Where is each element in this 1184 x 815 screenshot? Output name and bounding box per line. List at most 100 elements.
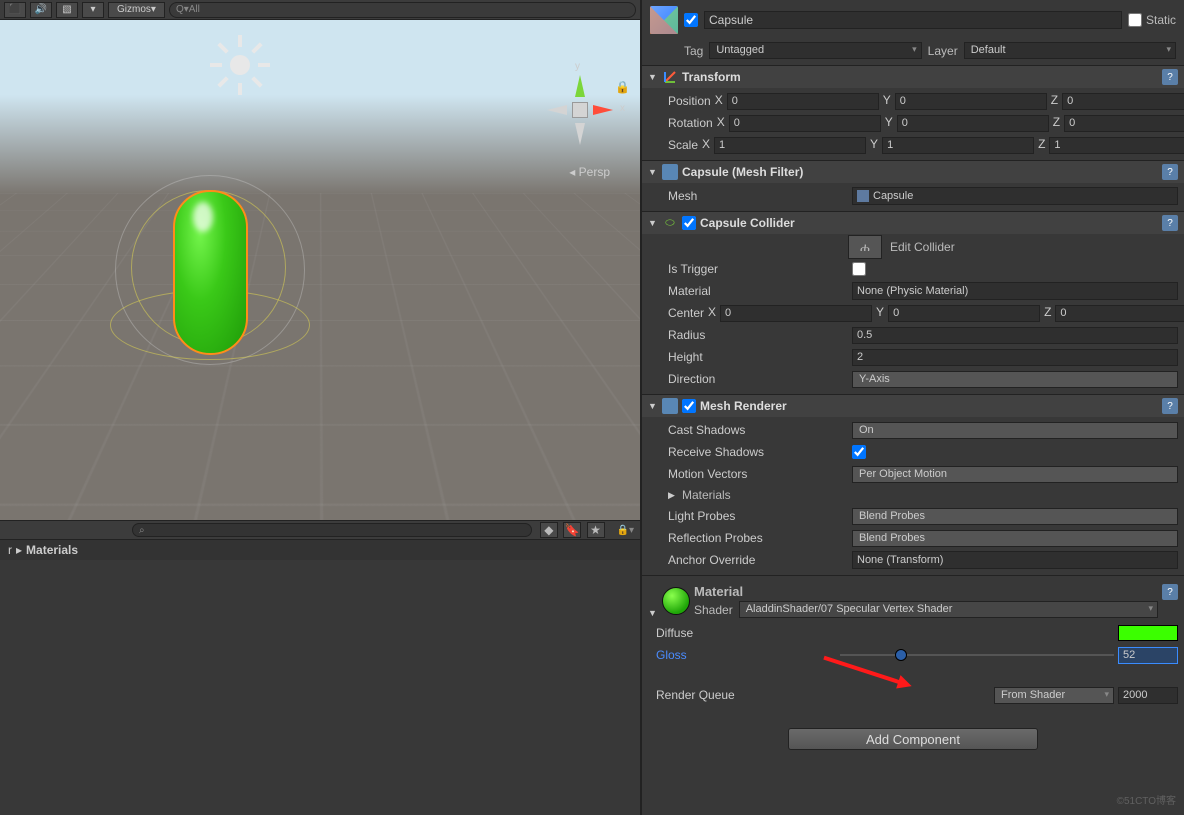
reflection-probes-dropdown[interactable]: Blend Probes <box>852 530 1178 547</box>
meshfilter-fold-icon[interactable]: ▼ <box>648 167 658 177</box>
help-icon[interactable]: ? <box>1162 164 1178 180</box>
render-queue-dropdown[interactable]: From Shader <box>994 687 1114 704</box>
shader-dropdown[interactable]: AladdinShader/07 Specular Vertex Shader <box>739 601 1158 618</box>
gameobject-name-input[interactable] <box>704 11 1122 29</box>
position-z-input[interactable] <box>1062 93 1184 110</box>
transform-fold-icon[interactable]: ▼ <box>648 72 658 82</box>
receive-shadows-checkbox[interactable] <box>852 445 866 459</box>
height-input[interactable] <box>852 349 1178 366</box>
gameobject-icon[interactable] <box>650 6 678 34</box>
rotation-z-input[interactable] <box>1064 115 1184 132</box>
help-icon[interactable]: ? <box>1162 584 1178 600</box>
anchor-override-objectfield[interactable]: None (Transform) <box>852 551 1178 569</box>
layer-label: Layer <box>928 44 958 58</box>
gloss-slider-thumb[interactable] <box>895 649 907 661</box>
gameobject-active-checkbox[interactable] <box>684 13 698 27</box>
center-x-input[interactable] <box>720 305 872 322</box>
mesh-objectfield[interactable]: Capsule <box>852 187 1178 205</box>
gloss-label: Gloss <box>656 648 836 662</box>
direction-dropdown[interactable]: Y-Axis <box>852 371 1178 388</box>
layer-dropdown[interactable]: Default <box>964 42 1176 59</box>
gizmos-dropdown[interactable]: Gizmos ▾ <box>108 2 165 18</box>
material-fold-icon[interactable]: ▼ <box>648 608 658 618</box>
help-icon[interactable]: ? <box>1162 69 1178 85</box>
lightprobes-dropdown[interactable]: Blend Probes <box>852 508 1178 525</box>
collider-enabled-checkbox[interactable] <box>682 216 696 230</box>
diffuse-label: Diffuse <box>656 626 836 640</box>
help-icon[interactable]: ? <box>1162 398 1178 414</box>
project-toolbar: ⌕ ◆ 🔖 ★ 🔒▾ <box>0 520 640 540</box>
project-search-input[interactable]: ⌕ <box>132 523 532 537</box>
trigger-checkbox[interactable] <box>852 262 866 276</box>
scale-y-input[interactable] <box>882 137 1034 154</box>
radius-label: Radius <box>668 328 848 342</box>
radius-input[interactable] <box>852 327 1178 344</box>
scene-view[interactable]: 🔒 x y ◂ Persp <box>0 20 640 520</box>
project-breadcrumb[interactable]: r ▸ Materials <box>0 540 640 560</box>
height-label: Height <box>668 350 848 364</box>
add-component-button[interactable]: Add Component <box>788 728 1038 750</box>
position-y-input[interactable] <box>895 93 1047 110</box>
scene-lock-icon[interactable]: 🔒 <box>615 80 630 94</box>
panel-lock-icon[interactable]: 🔒▾ <box>617 525 634 536</box>
gloss-value-input[interactable] <box>1118 647 1178 664</box>
scale-x-input[interactable] <box>714 137 866 154</box>
collider-material-label: Material <box>668 284 848 298</box>
motion-vectors-dropdown[interactable]: Per Object Motion <box>852 466 1178 483</box>
shaded-mode-button[interactable]: ⬛ <box>4 2 26 18</box>
renderer-fold-icon[interactable]: ▼ <box>648 401 658 411</box>
scene-toolbar: ⬛ 🔊 ▧ ▾ Gizmos ▾ Q▾All <box>0 0 640 20</box>
materials-label: Materials <box>682 488 731 502</box>
scale-z-input[interactable] <box>1049 137 1184 154</box>
rotation-label: Rotation <box>668 116 713 130</box>
transform-icon <box>662 69 678 85</box>
center-y-input[interactable] <box>888 305 1040 322</box>
material-preview-icon <box>662 587 690 615</box>
collider-fold-icon[interactable]: ▼ <box>648 218 658 228</box>
tag-label: Tag <box>684 44 703 58</box>
renderer-enabled-checkbox[interactable] <box>682 399 696 413</box>
center-label: Center <box>668 306 704 320</box>
center-z-input[interactable] <box>1055 305 1184 322</box>
watermark: ©51CTO博客 <box>1117 792 1176 807</box>
audio-toggle-button[interactable]: 🔊 <box>30 2 52 18</box>
favorite-button[interactable]: ★ <box>587 522 605 538</box>
fx-toggle-button[interactable]: ▧ <box>56 2 78 18</box>
meshfilter-icon <box>662 164 678 180</box>
collider-title: Capsule Collider <box>700 216 1158 230</box>
diffuse-color-swatch[interactable] <box>1118 625 1178 641</box>
rotation-x-input[interactable] <box>729 115 881 132</box>
tag-dropdown[interactable]: Untagged <box>709 42 921 59</box>
collider-icon: ⬭ <box>662 215 678 231</box>
inspector-panel: Static Tag Untagged Layer Default ▼ Tran… <box>640 0 1184 815</box>
help-icon[interactable]: ? <box>1162 215 1178 231</box>
orientation-gizmo[interactable]: x y <box>545 75 615 145</box>
cast-shadows-label: Cast Shadows <box>668 423 848 437</box>
renderer-title: Mesh Renderer <box>700 399 1158 413</box>
scene-search-input[interactable]: Q▾All <box>169 2 636 18</box>
rotation-y-input[interactable] <box>897 115 1049 132</box>
search-by-label-button[interactable]: 🔖 <box>563 522 581 538</box>
physicmaterial-objectfield[interactable]: None (Physic Material) <box>852 282 1178 300</box>
capsule-gameobject[interactable] <box>110 150 310 390</box>
projection-label[interactable]: ◂ Persp <box>569 165 610 179</box>
materials-fold-icon[interactable]: ▶ <box>668 490 678 501</box>
render-queue-input[interactable] <box>1118 687 1178 704</box>
position-label: Position <box>668 94 711 108</box>
scale-label: Scale <box>668 138 698 152</box>
edit-collider-label: Edit Collider <box>890 240 955 254</box>
project-content[interactable] <box>0 560 640 815</box>
transform-title: Transform <box>682 70 1158 84</box>
static-checkbox[interactable] <box>1128 13 1142 27</box>
directional-light-gizmo <box>210 35 270 95</box>
static-label: Static <box>1146 13 1176 27</box>
gizmos-toggle-button[interactable]: ▾ <box>82 2 104 18</box>
search-by-type-button[interactable]: ◆ <box>540 522 558 538</box>
gloss-slider[interactable] <box>840 654 1114 656</box>
reflection-probes-label: Reflection Probes <box>668 531 848 545</box>
edit-collider-button[interactable]: ሐ <box>848 235 882 259</box>
position-x-input[interactable] <box>727 93 879 110</box>
cast-shadows-dropdown[interactable]: On <box>852 422 1178 439</box>
direction-label: Direction <box>668 372 848 386</box>
shader-label: Shader <box>694 603 733 617</box>
